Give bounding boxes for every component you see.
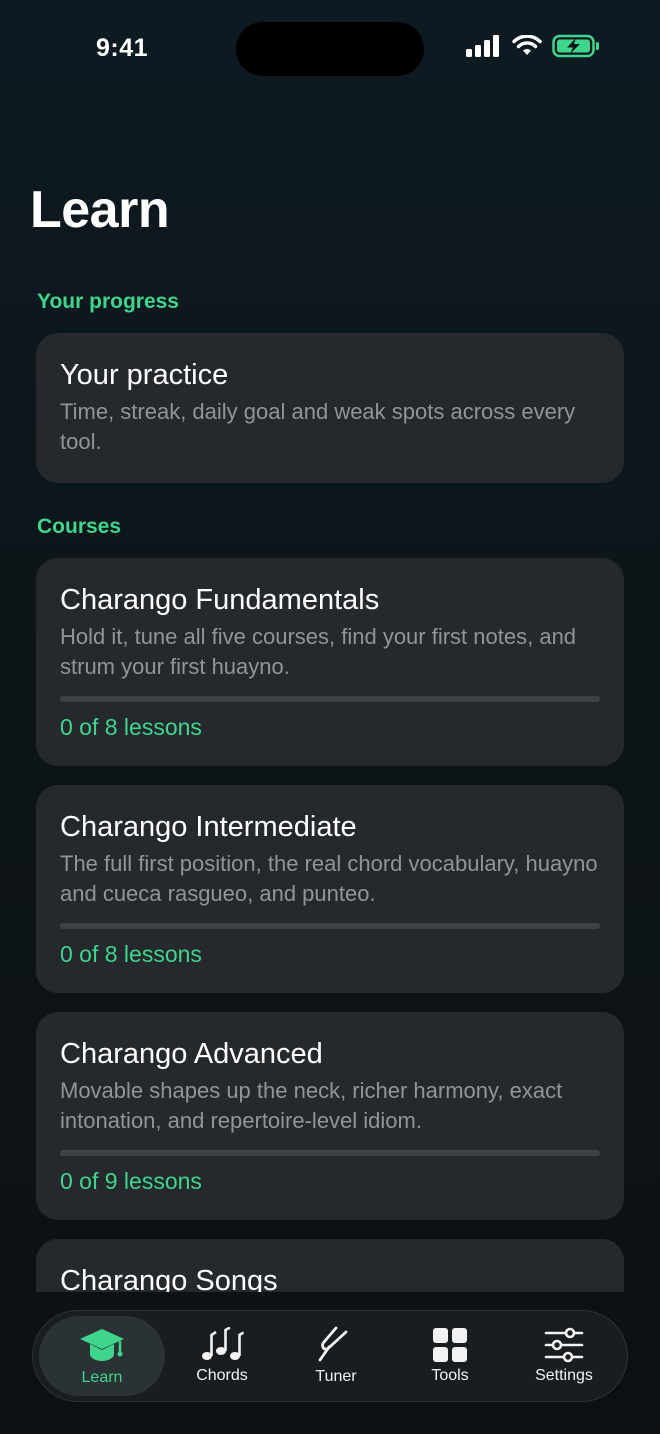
tab-label: Learn <box>81 1369 123 1386</box>
course-card-songs[interactable]: Charango Songs <box>36 1239 624 1292</box>
course-description: The full first position, the real chord … <box>60 851 598 906</box>
wifi-icon <box>512 34 542 62</box>
course-progress-label: 0 of 8 lessons <box>60 714 202 740</box>
practice-card[interactable]: Your practice Time, streak, daily goal a… <box>36 333 624 483</box>
tab-label: Settings <box>535 1367 593 1384</box>
tab-label: Chords <box>196 1367 248 1384</box>
tab-tools[interactable]: Tools <box>393 1316 507 1396</box>
course-description: Hold it, tune all five courses, find you… <box>60 624 577 679</box>
page-title: Learn <box>30 181 170 239</box>
course-card-fundamentals[interactable]: Charango Fundamentals Hold it, tune all … <box>36 558 624 766</box>
tuning-fork-icon <box>316 1326 356 1364</box>
course-title: Charango Fundamentals <box>60 584 380 616</box>
status-bar: 9:41 <box>0 0 660 96</box>
music-notes-icon <box>200 1327 244 1363</box>
practice-card-title: Your practice <box>60 359 229 391</box>
course-progress-label: 0 of 9 lessons <box>60 1168 202 1194</box>
tab-chords[interactable]: Chords <box>165 1316 279 1396</box>
scroll-area[interactable]: Learn Your progress Your practice Time, … <box>0 0 660 1292</box>
dynamic-island <box>236 22 424 76</box>
tab-label: Tools <box>431 1367 469 1384</box>
course-card-intermediate[interactable]: Charango Intermediate The full first pos… <box>36 785 624 993</box>
tab-bar: Learn Chords Tuner Tools Settings <box>32 1310 628 1402</box>
course-description: Movable shapes up the neck, richer harmo… <box>60 1078 563 1133</box>
course-title: Charango Intermediate <box>60 811 357 843</box>
course-progress-bar <box>60 1150 600 1156</box>
course-title: Charango Songs <box>60 1265 278 1292</box>
status-icons <box>466 34 600 62</box>
course-card-advanced[interactable]: Charango Advanced Movable shapes up the … <box>36 1012 624 1220</box>
course-title: Charango Advanced <box>60 1038 323 1070</box>
battery-charging-icon <box>552 34 600 63</box>
tab-tuner[interactable]: Tuner <box>279 1316 393 1396</box>
cellular-signal-icon <box>466 34 502 62</box>
tab-label: Tuner <box>315 1368 357 1385</box>
course-progress-label: 0 of 8 lessons <box>60 941 202 967</box>
graduation-cap-icon <box>78 1325 126 1365</box>
course-progress-bar <box>60 696 600 702</box>
section-header-courses: Courses <box>37 515 122 538</box>
practice-card-description: Time, streak, daily goal and weak spots … <box>60 399 576 454</box>
section-header-progress: Your progress <box>37 290 179 313</box>
status-time: 9:41 <box>96 34 149 62</box>
tab-learn[interactable]: Learn <box>39 1316 165 1396</box>
course-progress-bar <box>60 923 600 929</box>
tab-settings[interactable]: Settings <box>507 1316 621 1396</box>
grid-icon <box>432 1327 468 1363</box>
sliders-icon <box>544 1327 584 1363</box>
